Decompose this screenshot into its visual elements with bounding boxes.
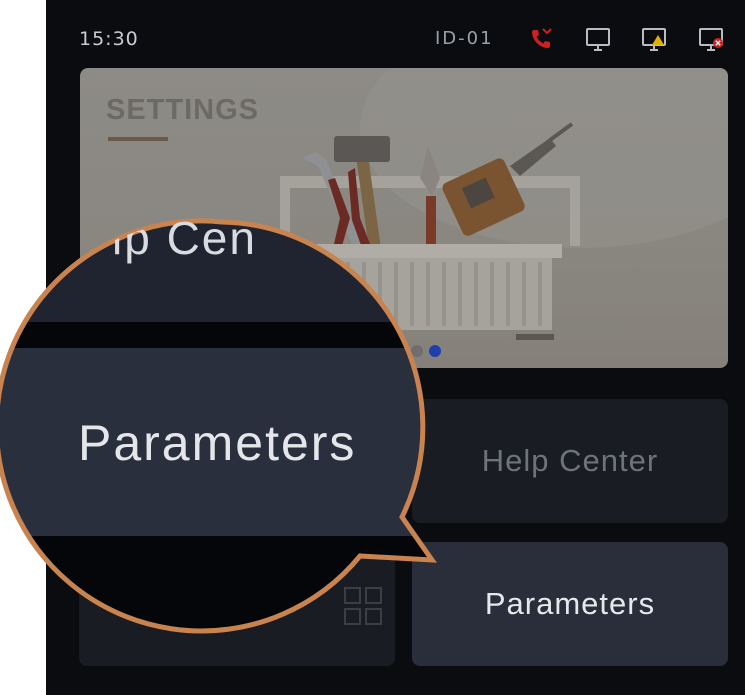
settings-banner[interactable]: SETTINGS [80,68,728,368]
monitor-error-icon [699,28,723,51]
title-underline [108,137,168,141]
carousel-dot[interactable] [411,345,423,357]
monitor-icon [586,28,610,51]
device-id: ID-01 [435,28,494,49]
carousel-indicator[interactable] [411,342,447,361]
grid-icon [344,587,382,625]
more-apps-button[interactable] [79,542,395,666]
tile-placeholder-top[interactable] [79,399,395,523]
banner-title: SETTINGS [106,94,260,126]
parameters-label: Parameters [484,586,656,621]
status-bar: 15:30 ID-01 [46,0,745,70]
missed-call-icon [532,28,552,48]
help-center-button[interactable]: Help Center [412,399,728,523]
carousel-dot-active[interactable] [429,345,441,357]
help-center-label: Help Center [481,443,659,478]
device-screen: 15:30 ID-01 SETTINGS Help Center Paramet… [46,0,745,695]
monitor-warning-icon [642,28,666,51]
clock: 15:30 [79,28,139,50]
parameters-button[interactable]: Parameters [412,542,728,666]
